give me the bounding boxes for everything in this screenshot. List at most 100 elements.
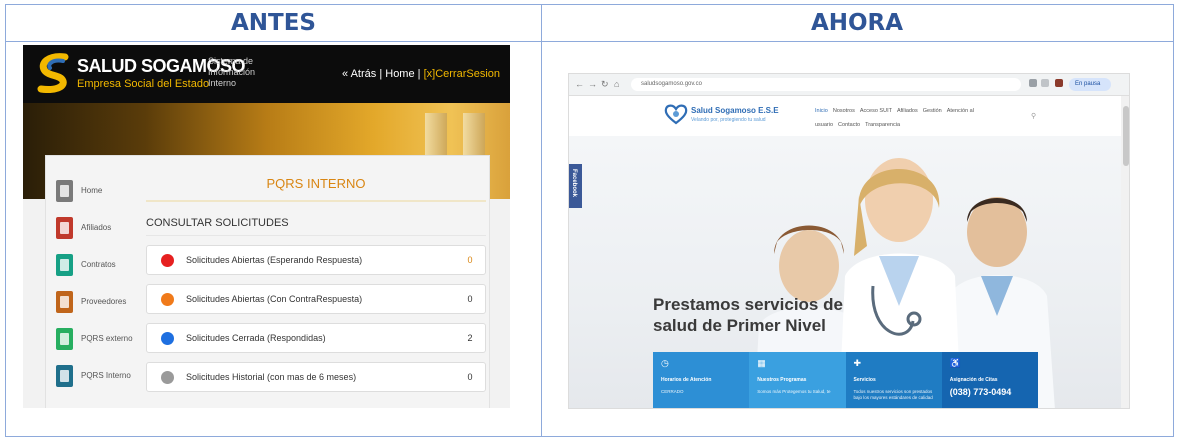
request-label: Solicitudes Abiertas (Esperando Respuest…	[186, 255, 363, 265]
service-card-title: Horarios de Atención	[661, 377, 712, 383]
antes-nav: « Atrás | Home | [x]CerrarSesion	[342, 68, 500, 80]
extension-icon[interactable]	[1055, 79, 1063, 87]
sidebar-item[interactable]: Afiliados	[56, 209, 141, 246]
site-header: Salud Sogamoso E.S.E Velando por, proteg…	[569, 96, 1129, 136]
antes-sidebar: Home Afiliados Contratos Proveedores PQRS ex…	[56, 172, 141, 394]
site-menu-item[interactable]: Inicio	[815, 108, 828, 114]
service-card[interactable]: ◷ Horarios de Atención CERRADO	[653, 352, 750, 408]
sidebar-icon	[56, 364, 73, 387]
hospital-icon: ✚	[853, 358, 862, 368]
service-card[interactable]: ▦ Nuestros Programas Somos más Protegemos …	[749, 352, 846, 408]
antes-brand-sub: Empresa Social del Estado	[77, 78, 210, 90]
sidebar-item[interactable]: Proveedores	[56, 283, 141, 320]
antes-panel: Home Afiliados Contratos Proveedores PQRS ex…	[45, 155, 490, 408]
search-icon[interactable]: ⚲	[1031, 112, 1036, 120]
clock-icon: ◷	[661, 358, 669, 368]
service-cards: ◷ Horarios de Atención CERRADO ▦ Nuestros Pr…	[653, 352, 1038, 408]
sidebar-item-label: PQRS externo	[81, 334, 133, 343]
service-card-title: Servicios	[853, 377, 876, 383]
request-count: 0	[467, 294, 473, 304]
site-menu-item[interactable]: Gestión	[923, 108, 942, 114]
request-list: Solicitudes Abiertas (Esperando Respuest…	[146, 245, 486, 392]
hero-section: Facebook Prestamos servicios de salud de…	[569, 136, 1121, 408]
request-label: Solicitudes Abiertas (Con ContraRespuest…	[186, 294, 363, 304]
reload-icon[interactable]: ↻	[601, 79, 609, 90]
service-card[interactable]: ♿ Asignación de Citas (038) 773-0494	[941, 352, 1038, 408]
site-menu-item[interactable]: Transparencia	[865, 122, 900, 128]
sidebar-item-label: PQRS Interno	[81, 371, 131, 380]
sidebar-item-label: Home	[81, 186, 103, 195]
sidebar-item-label: Contratos	[81, 260, 116, 269]
site-menu-item[interactable]: Nosotros	[833, 108, 855, 114]
sidebar-item-label: Proveedores	[81, 297, 127, 306]
forward-arrow-icon[interactable]: →	[588, 79, 597, 89]
site-menu: Inicio Nosotros Acceso SUIT Afiliados Gestió…	[815, 104, 1055, 132]
panel-title: PQRS INTERNO	[146, 172, 486, 202]
request-row[interactable]: Solicitudes Historial (con mas de 6 mese…	[146, 362, 486, 392]
sidebar-item[interactable]: Home	[56, 172, 141, 209]
star-icon[interactable]	[1041, 79, 1049, 87]
antes-topbar: SALUD SOGAMOSO Empresa Social del Estado…	[23, 45, 510, 103]
request-row[interactable]: Solicitudes Abiertas (Con ContraRespuest…	[146, 284, 486, 314]
facebook-tab-label: Facebook	[571, 169, 577, 198]
sidebar-item-label: Afiliados	[81, 223, 112, 232]
back-arrow-icon[interactable]: ←	[575, 79, 584, 89]
site-menu-item[interactable]: Contacto	[838, 122, 860, 128]
sidebar-item[interactable]: PQRS externo	[56, 320, 141, 357]
antes-system-name: Sistema de Información Interno	[208, 56, 256, 88]
request-label: Solicitudes Historial (con mas de 6 mese…	[186, 372, 357, 382]
profile-button[interactable]: En pausa	[1069, 78, 1111, 91]
wheelchair-icon: ♿	[949, 358, 961, 368]
sidebar-item[interactable]: PQRS Interno	[56, 357, 141, 394]
calendar-icon: ▦	[757, 358, 766, 368]
service-card[interactable]: ✚ Servicios Todos nuestros servicios son p…	[845, 352, 942, 408]
heart-logo-icon	[664, 104, 688, 125]
back-link[interactable]: « Atrás	[342, 68, 376, 80]
header-antes: ANTES	[230, 10, 316, 36]
request-row[interactable]: Solicitudes Abiertas (Esperando Respuest…	[146, 245, 486, 275]
service-card-text: Todos nuestros servicios son prestados b…	[853, 389, 933, 400]
antes-main: PQRS INTERNO CONSULTAR SOLICITUDES Solic…	[146, 172, 486, 392]
column-divider	[541, 5, 542, 437]
sidebar-icon	[56, 216, 73, 239]
request-label: Solicitudes Cerrada (Respondidas)	[186, 333, 326, 343]
site-menu-item[interactable]: Afiliados	[897, 108, 918, 114]
sidebar-icon	[56, 253, 73, 276]
service-card-text: CERRADO	[661, 389, 684, 394]
sidebar-item[interactable]: Contratos	[56, 246, 141, 283]
service-card-title: Asignación de Citas	[949, 377, 998, 383]
site-logo-text: Salud Sogamoso E.S.E	[691, 106, 779, 115]
zoom-icon[interactable]	[1029, 79, 1037, 87]
header-ahora: AHORA	[810, 10, 904, 36]
request-row[interactable]: Solicitudes Cerrada (Respondidas) 2	[146, 323, 486, 353]
facebook-tab[interactable]: Facebook	[569, 164, 582, 208]
hero-headline: Prestamos servicios de salud de Primer N…	[653, 295, 843, 335]
phone-number: (038) 773-0494	[949, 387, 1012, 397]
request-count: 0	[467, 372, 473, 382]
nav-separator: |	[379, 68, 383, 80]
browser-chrome: ← → ↻ ⌂ saludsogamoso.gov.co En pausa	[569, 74, 1129, 96]
page-scrollbar[interactable]	[1121, 96, 1129, 408]
sidebar-icon	[56, 290, 73, 313]
salud-sogamoso-logo-icon	[37, 53, 69, 93]
status-dot-icon	[161, 331, 174, 345]
site-logo-sub: Velando por, protegiendo tu salud	[691, 117, 766, 123]
nav-separator: |	[417, 68, 421, 80]
section-title: CONSULTAR SOLICITUDES	[146, 204, 486, 236]
service-card-text: Somos más Protegemos tu Salud, te	[757, 389, 831, 394]
home-link[interactable]: Home	[385, 68, 414, 80]
status-dot-icon	[161, 370, 174, 384]
request-count: 2	[467, 333, 473, 343]
address-bar[interactable]: saludsogamoso.gov.co	[631, 78, 1021, 91]
status-dot-icon	[161, 253, 174, 267]
home-icon[interactable]: ⌂	[614, 79, 619, 89]
antes-screenshot: SALUD SOGAMOSO Empresa Social del Estado…	[23, 45, 510, 408]
service-card-title: Nuestros Programas	[757, 377, 807, 383]
request-count: 0	[467, 255, 473, 265]
sidebar-icon	[56, 327, 73, 350]
ahora-screenshot: ← → ↻ ⌂ saludsogamoso.gov.co En pausa Sa…	[568, 73, 1130, 409]
logout-link[interactable]: [x]CerrarSesion	[424, 68, 500, 80]
header-divider	[6, 41, 1173, 42]
site-menu-item[interactable]: Acceso SUIT	[860, 108, 892, 114]
sidebar-icon	[56, 179, 73, 202]
